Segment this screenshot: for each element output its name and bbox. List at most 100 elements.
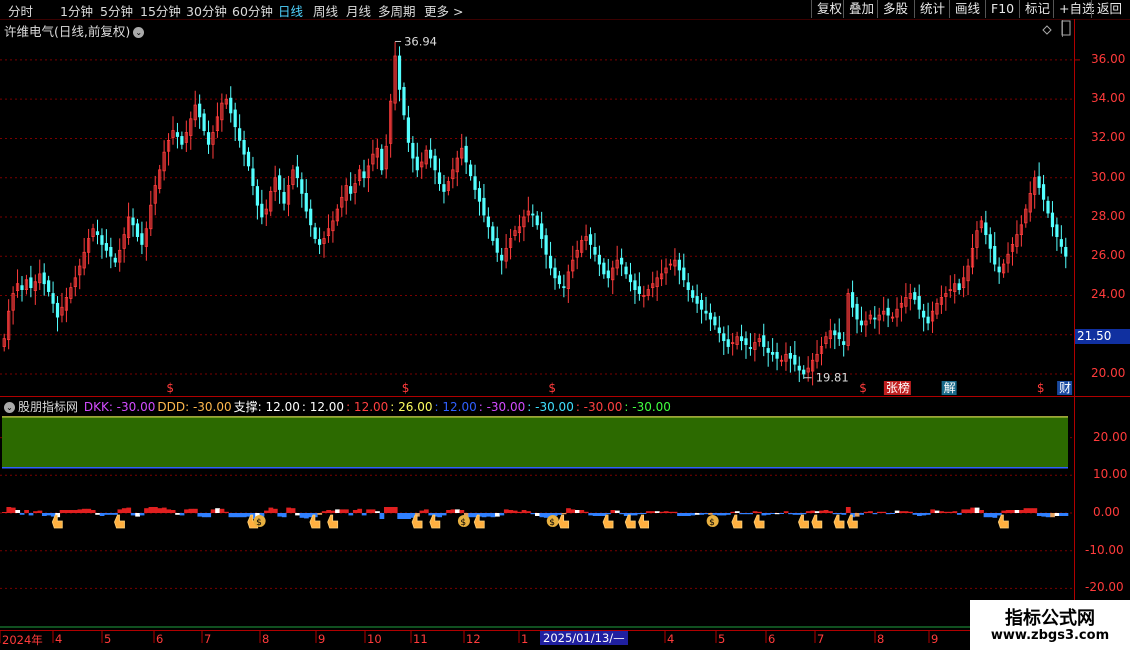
period-tab-4[interactable]: 30分钟 [186,1,227,20]
pointing-hand-icon [798,514,809,529]
pointing-hand-icon [51,514,63,529]
candle-body [357,169,362,182]
candle-body [371,153,375,165]
chart-marker-5[interactable]: 解 [944,381,956,395]
tool-button-6[interactable]: 标记 [1019,0,1055,18]
candle-body [886,307,890,316]
hist-bar [894,510,900,513]
candle-body [482,197,486,216]
chart-marker-7[interactable]: 财 [1059,381,1071,395]
candle-body [295,166,299,179]
candle-body [220,102,224,121]
candle-body [500,254,504,261]
period-tab-0[interactable]: 分时 [8,1,33,20]
chevron-down-icon[interactable]: ⌄ [4,402,15,413]
hist-bar [530,513,536,515]
hist-bar [677,513,682,516]
candle-body [104,243,108,251]
hist-bar [477,513,482,517]
tool-button-0[interactable]: 复权 [811,0,847,18]
period-tab-5[interactable]: 60分钟 [232,1,273,20]
hist-bar [126,507,132,513]
date-label-11[interactable]: 2025/01/13/— [540,631,628,645]
period-tab-3[interactable]: 15分钟 [140,1,181,20]
candle-body [406,117,411,143]
hist-bar [863,511,869,513]
watermark-title: 指标公式网 [1005,608,1095,629]
money-bag-icon [546,515,559,527]
hist-bar [1019,510,1024,513]
chevron-down-icon[interactable]: ⌄ [133,27,145,38]
candle-body [175,132,180,137]
hist-bar [921,513,927,516]
hist-bar [943,511,949,513]
hist-bar [339,509,345,513]
candle-body [864,320,868,326]
chart-marker-4[interactable]: 张榜 [886,380,910,395]
tool-button-4[interactable]: 画线 [949,0,985,18]
hist-bar [761,513,767,516]
candle-body [1037,176,1041,188]
candle-body [1059,239,1063,247]
candle-body [282,192,286,204]
chart-marker-3[interactable]: $ [859,381,867,395]
tool-button-1[interactable]: 叠加 [843,0,879,18]
period-tab-1[interactable]: 1分钟 [60,1,93,20]
high-label: 36.94 [404,34,437,48]
candle-body [544,235,548,255]
period-tab-10[interactable]: 更多 > [424,1,463,20]
tool-button-5[interactable]: F10 [985,0,1019,18]
money-bag-glyph: $ [256,518,262,528]
hist-bar [517,511,522,513]
chart-marker-6[interactable]: $ [1037,381,1045,395]
chart-marker-0[interactable]: $ [166,381,174,395]
window-icon[interactable] [1061,20,1071,36]
hist-bar [446,510,451,513]
candle-body [7,310,11,341]
candle-body [424,149,428,165]
indicator-value-1: DDD: -30.00 [157,400,232,414]
hist-bar [219,508,225,513]
candle-body [691,290,695,298]
hist-bar [450,509,456,513]
tool-button-3[interactable]: 统计 [914,0,950,18]
hist-bar [281,513,287,518]
hist-bar [295,513,300,516]
diamond-icon[interactable] [1042,25,1052,35]
pointing-hand-icon [811,514,823,529]
candle-body [517,226,522,234]
candle-body [993,246,997,265]
hist-bar [881,511,887,513]
candle-body [584,236,588,241]
date-label-17: 9 [931,632,939,646]
candle-body [846,293,850,346]
candle-body [611,267,615,281]
period-tab-2[interactable]: 5分钟 [100,1,133,20]
chart-marker-2[interactable]: $ [548,381,556,395]
hist-bar [423,509,429,513]
chart-marker-1[interactable]: $ [402,381,410,395]
tool-button-8[interactable]: 返回 [1091,0,1127,18]
hist-bar [108,513,114,515]
hist-bar [321,511,327,513]
period-tab-7[interactable]: 周线 [313,1,338,20]
chart-title: 许维电气(日线,前复权) ⌄ [4,21,145,40]
candle-body [340,196,344,208]
pointing-hand-icon [558,514,570,529]
candle-body [87,238,91,253]
hist-bar [1054,513,1060,516]
hist-bar [694,513,700,515]
date-label-13: 5 [718,632,726,646]
indicator-name: 股朋指标网 [18,400,79,414]
candle-body [930,310,935,322]
candle-body [788,352,792,359]
tool-button-2[interactable]: 多股 [877,0,913,18]
period-tab-8[interactable]: 月线 [346,1,371,20]
candle-body [264,208,268,215]
pointing-hand-icon [411,514,423,529]
period-tab-6[interactable]: 日线 [278,1,303,20]
period-tab-9[interactable]: 多周期 [378,1,416,20]
candle-body [20,285,24,290]
hist-bar [401,513,407,519]
candle-body [433,155,437,171]
